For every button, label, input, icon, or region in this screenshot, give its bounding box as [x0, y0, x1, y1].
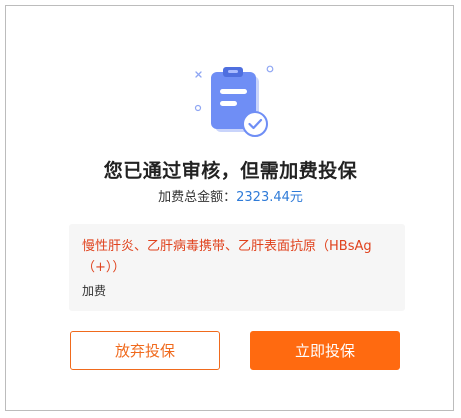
dialog-title: 您已通过审核，但需加费投保	[103, 160, 358, 182]
surcharge-amount-line: 加费总金额：2323.44元	[6, 186, 455, 205]
surcharge-notice: 慢性肝炎、乙肝病毒携带、乙肝表面抗原（HBsAg（+）） 加费	[69, 224, 405, 311]
surcharge-amount-label: 加费总金额：	[158, 190, 237, 205]
dialog: 您已通过审核，但需加费投保 加费总金额：2323.44元 慢性肝炎、乙肝病毒携带…	[5, 5, 454, 411]
surcharge-conditions: 慢性肝炎、乙肝病毒携带、乙肝表面抗原（HBsAg（+））	[82, 239, 372, 275]
clipboard-check-icon	[191, 61, 276, 146]
surcharge-amount-value: 2323.44元	[236, 190, 303, 205]
abandon-insurance-button[interactable]: 放弃投保	[70, 331, 220, 370]
surcharge-action: 加费	[82, 284, 107, 298]
apply-now-button[interactable]: 立即投保	[250, 331, 400, 370]
